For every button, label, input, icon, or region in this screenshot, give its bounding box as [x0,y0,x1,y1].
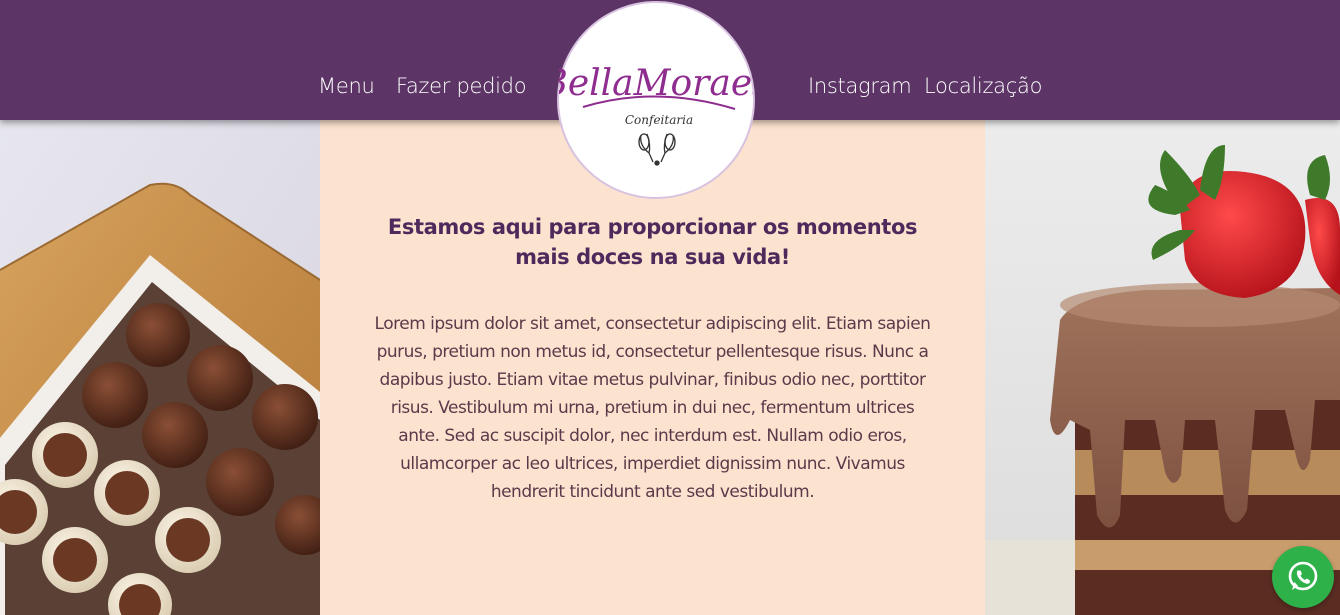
logo-name: BellaMoraes [559,63,753,104]
logo-graphic: BellaMoraes Confeitaria [540,63,771,166]
logo-subtitle: Confeitaria [625,113,693,127]
nav-location-link[interactable]: Localização [924,74,1042,98]
nav-menu-link[interactable]: Menu [318,74,375,98]
whisk-icon [638,133,676,166]
brigadeiros-box-photo [0,120,320,615]
intro-paragraph: Lorem ipsum dolor sit amet, consectetur … [374,314,931,502]
brand-logo[interactable]: BellaMoraes Confeitaria [540,1,771,199]
nav-order-link[interactable]: Fazer pedido [396,74,527,98]
nav-instagram-link[interactable]: Instagram [808,74,912,98]
chocolate-strawberry-cake-photo [985,120,1340,615]
whatsapp-icon [1288,561,1318,591]
intro-headline: Estamos aqui para proporcionar os moment… [387,215,918,269]
whatsapp-button[interactable] [1272,546,1334,608]
